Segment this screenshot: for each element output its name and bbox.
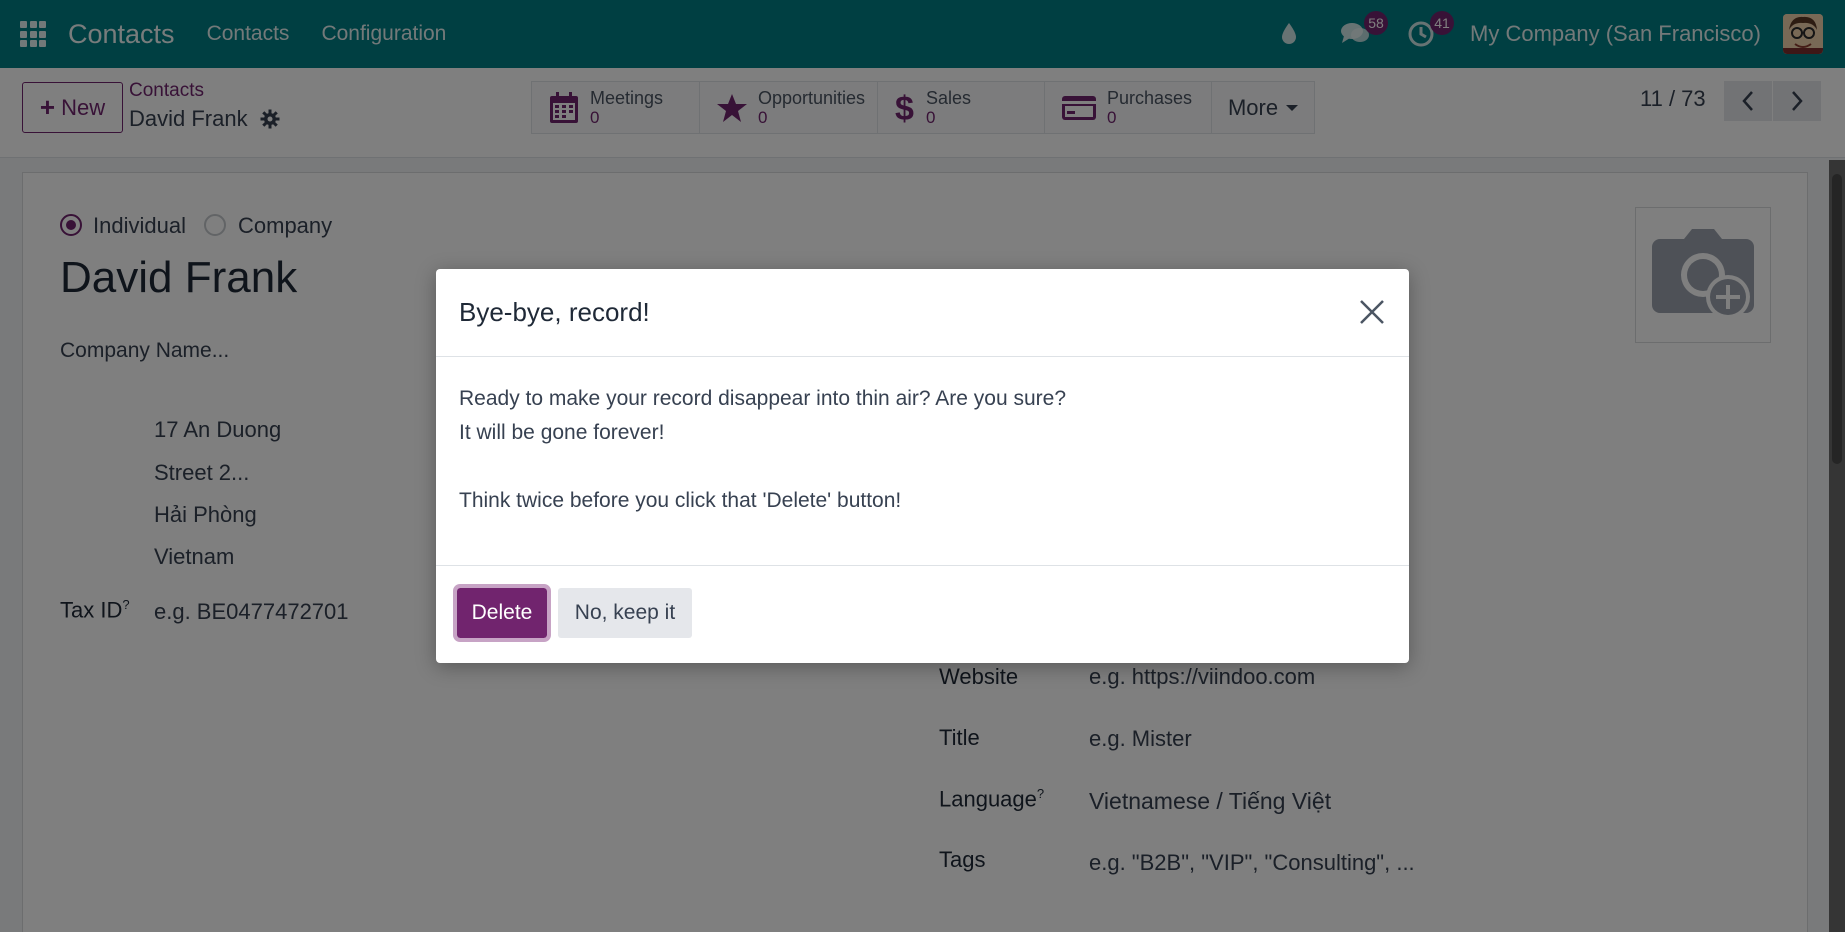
dialog-title: Bye-bye, record! (459, 297, 650, 327)
dialog-header: Bye-bye, record! (436, 269, 1409, 357)
dialog-message-line2: It will be gone forever! (459, 421, 665, 444)
delete-confirm-dialog: Bye-bye, record! Ready to make your reco… (436, 269, 1409, 663)
keep-button[interactable]: No, keep it (558, 588, 692, 638)
dialog-message-line1: Ready to make your record disappear into… (459, 387, 1067, 410)
dialog-footer: Delete No, keep it (436, 565, 1409, 663)
dialog-body: Ready to make your record disappear into… (459, 382, 1066, 518)
delete-button[interactable]: Delete (453, 584, 551, 642)
dialog-message-line3: Think twice before you click that 'Delet… (459, 489, 902, 512)
close-icon[interactable] (1357, 297, 1387, 327)
